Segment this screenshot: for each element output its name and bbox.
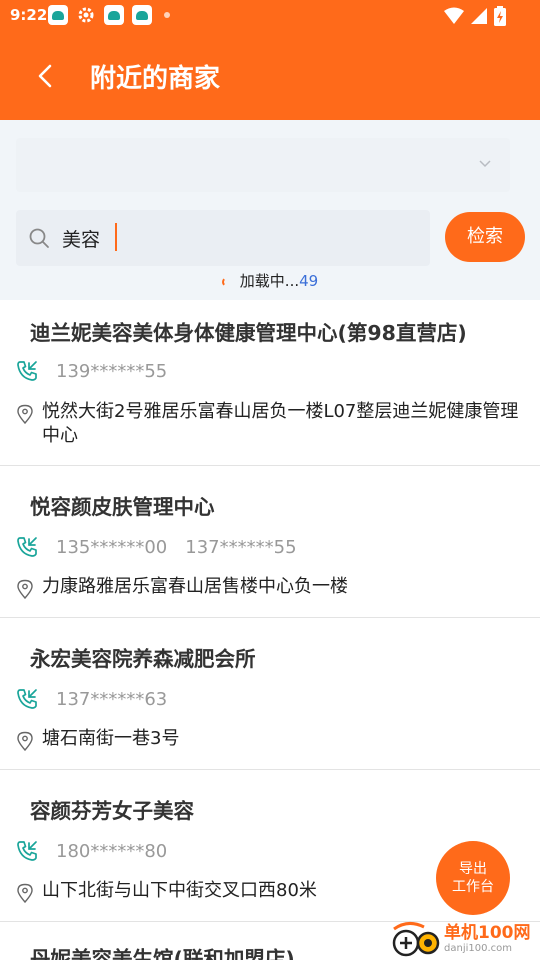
location-pin-icon [17,731,33,751]
merchant-name: 永宏美容院养森减肥会所 [30,647,256,671]
loading-spinner-icon [221,276,232,287]
merchant-address: 力康路雅居乐富春山居售楼中心负一楼 [42,576,348,597]
merchant-address: 塘石南街一巷3号 [42,728,180,749]
watermark-logo-icon [392,922,440,957]
merchant-address: 山下北街与山下中街交叉口西80米 [42,880,317,901]
settings-gear-icon [78,7,94,23]
export-button-line1: 导出 [459,861,487,877]
app-header: 9:22 附近的商家 [0,0,540,120]
app-notification-icon [104,5,124,25]
export-workbench-button[interactable]: 导出 工作台 [436,841,510,915]
system-status-icons [444,6,506,26]
app-notification-icon [132,5,152,25]
merchant-name: 容颜芬芳女子美容 [30,799,194,823]
merchant-address: 悦然大街2号雅居乐富春山居负一楼L07整层迪兰妮健康管理中心 [42,401,519,446]
address-row: 悦然大街2号雅居乐富春山居负一楼L07整层迪兰妮健康管理中心 [16,400,526,448]
category-dropdown[interactable] [16,138,510,192]
merchant-name: 迪兰妮美容美体身体健康管理中心(第98直营店) [30,321,467,345]
location-pin-icon [17,883,33,903]
phone-row: 135******00 137******55 [16,536,315,558]
search-icon [29,228,49,248]
merchant-card[interactable]: 迪兰妮美容美体身体健康管理中心(第98直营店) 139******55 悦然大街… [0,300,540,466]
back-button[interactable] [28,58,68,94]
phone-call-icon[interactable] [16,360,38,382]
phone-number[interactable]: 135******00 [56,537,167,558]
phone-number[interactable]: 139******55 [56,361,167,382]
filter-area: 检索 加载中...49 [0,120,540,300]
result-count: 49 [299,272,319,290]
phone-call-icon[interactable] [16,840,38,862]
merchant-name: 悦容颜皮肤管理中心 [30,495,215,519]
text-cursor [115,223,117,251]
merchant-name: 丹妮美容美生馆(联和加盟店) [30,947,295,960]
loading-indicator: 加载中...49 [0,270,540,291]
more-notifications-dot-icon [164,12,170,18]
search-button[interactable]: 检索 [445,212,525,262]
merchant-card[interactable]: 悦容颜皮肤管理中心 135******00 137******55 力康路雅居乐… [0,466,540,618]
watermark-title: 单机100网 [444,922,531,943]
phone-row: 139******55 [16,360,185,382]
watermark: 单机100网 danji100.com [388,918,540,960]
phone-row: 180******80 [16,840,185,862]
phone-number[interactable]: 180******80 [56,841,167,862]
page-title: 附近的商家 [90,64,221,94]
location-pin-icon [17,579,33,599]
wifi-icon [444,7,464,24]
location-pin-icon [17,404,33,424]
search-input[interactable] [62,222,402,254]
export-button-line2: 工作台 [452,879,494,895]
phone-call-icon[interactable] [16,688,38,710]
phone-call-icon[interactable] [16,536,38,558]
address-row: 力康路雅居乐富春山居售楼中心负一楼 [16,575,526,599]
address-row: 塘石南街一巷3号 [16,727,526,751]
phone-number[interactable]: 137******55 [185,537,296,558]
phone-number[interactable]: 137******63 [56,689,167,710]
watermark-url: danji100.com [444,942,512,954]
merchant-card[interactable]: 永宏美容院养森减肥会所 137******63 塘石南街一巷3号 [0,618,540,770]
battery-icon [494,6,506,26]
app-notification-icon [48,5,68,25]
loading-text: 加载中... [239,272,300,290]
status-time: 9:22 [10,6,48,24]
notification-icons [48,5,170,25]
cellular-signal-icon [471,8,487,24]
chevron-down-icon [479,160,491,168]
phone-row: 137******63 [16,688,185,710]
watermark-text: 单机100网 danji100.com [444,922,531,955]
status-bar: 9:22 [0,0,540,32]
search-box[interactable] [16,210,430,266]
